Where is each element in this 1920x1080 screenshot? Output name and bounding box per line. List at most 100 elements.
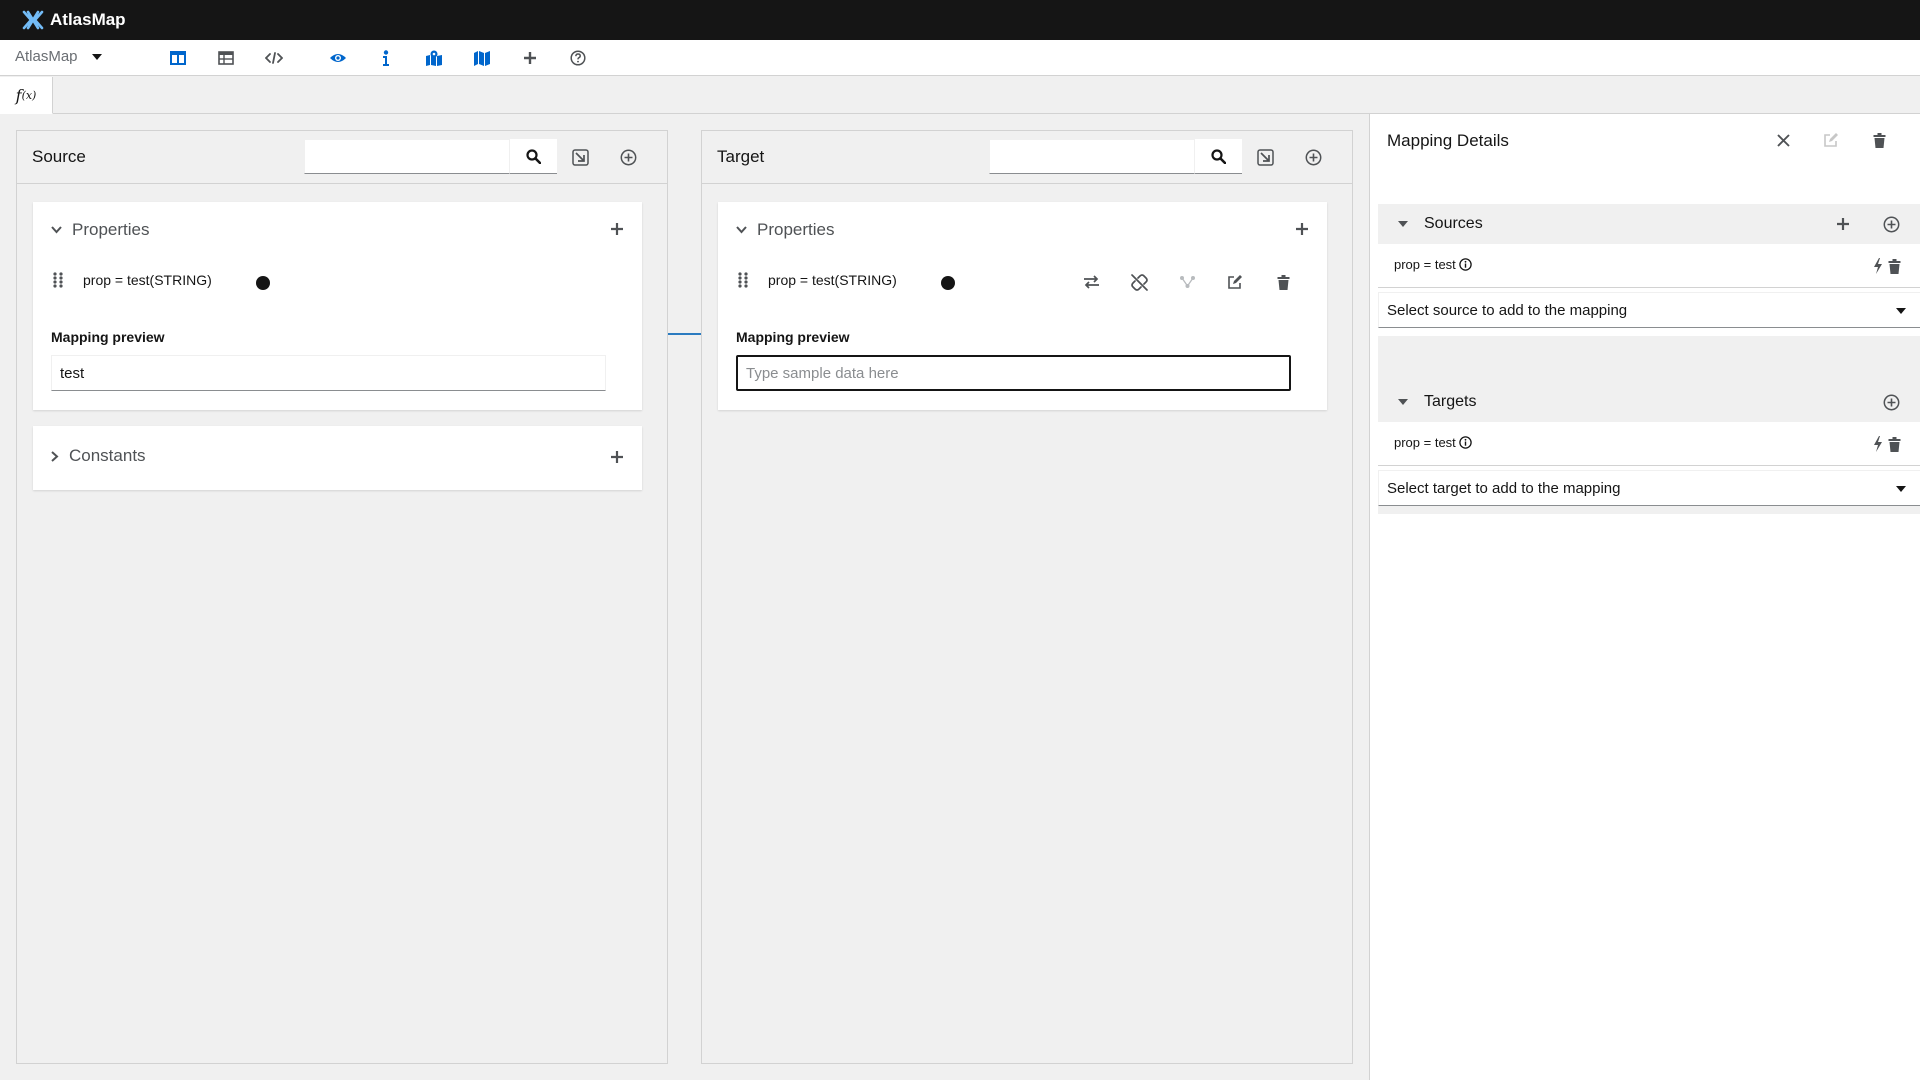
source-add-button[interactable] bbox=[616, 145, 640, 169]
add-source-button[interactable] bbox=[1831, 212, 1855, 236]
section-divider bbox=[1378, 336, 1920, 382]
add-target-property-button[interactable] bbox=[1295, 222, 1309, 236]
columns-icon bbox=[170, 51, 186, 65]
trash-icon bbox=[1888, 436, 1900, 452]
source-search-input[interactable] bbox=[304, 139, 510, 174]
app-select-label: AtlasMap bbox=[15, 48, 78, 65]
sources-toggle[interactable]: Sources bbox=[1398, 215, 1483, 233]
mapped-source-row[interactable]: prop = test bbox=[1378, 244, 1920, 288]
toolbar: AtlasMap bbox=[0, 40, 1920, 76]
code-view-button[interactable] bbox=[263, 47, 285, 69]
map-icon bbox=[474, 50, 490, 66]
source-field-label: prop = test(STRING) bbox=[83, 272, 212, 288]
info-circle-icon[interactable] bbox=[1459, 436, 1472, 449]
table-icon bbox=[218, 51, 234, 65]
source-properties-toggle[interactable]: Properties bbox=[51, 220, 149, 240]
plus-icon bbox=[1296, 223, 1308, 235]
expression-tab-bar: f (x) bbox=[0, 77, 1920, 114]
plus-circle-icon bbox=[1883, 216, 1899, 232]
plus-circle-icon bbox=[1305, 149, 1321, 165]
atlasmap-logo-icon bbox=[22, 10, 44, 30]
add-source-field-button[interactable] bbox=[1879, 212, 1903, 236]
trash-icon bbox=[1277, 274, 1289, 290]
source-preview-input[interactable] bbox=[51, 355, 606, 391]
map-marked-icon bbox=[426, 50, 442, 66]
chevron-down-icon bbox=[736, 226, 747, 234]
target-preview-input[interactable] bbox=[736, 355, 1291, 391]
add-target-field-button[interactable] bbox=[1879, 390, 1903, 414]
source-panel-header: Source bbox=[17, 131, 667, 184]
expression-toggle[interactable]: f (x) bbox=[0, 77, 53, 114]
target-panel-header: Target bbox=[702, 131, 1352, 184]
help-icon bbox=[570, 50, 586, 66]
eye-icon bbox=[330, 54, 346, 62]
drag-handle-icon[interactable] bbox=[53, 272, 63, 288]
constants-toggle[interactable]: Constants bbox=[51, 446, 146, 466]
show-types-button[interactable] bbox=[375, 47, 397, 69]
caret-down-icon bbox=[1896, 486, 1906, 492]
import-icon bbox=[1256, 148, 1274, 166]
caret-down-icon bbox=[1896, 308, 1906, 314]
section-divider bbox=[1378, 506, 1920, 514]
exchange-icon bbox=[1083, 275, 1099, 289]
columns-view-button[interactable] bbox=[167, 47, 189, 69]
help-button[interactable] bbox=[567, 47, 589, 69]
constants-card: Constants bbox=[33, 426, 642, 490]
foreach-button bbox=[1175, 270, 1199, 294]
info-icon bbox=[383, 50, 389, 66]
edit-icon bbox=[1228, 275, 1242, 289]
constants-label: Constants bbox=[69, 446, 146, 465]
close-details-button[interactable] bbox=[1771, 128, 1795, 152]
mapped-target-label: prop = test bbox=[1394, 435, 1456, 450]
targets-toggle[interactable]: Targets bbox=[1398, 393, 1476, 411]
create-mapping-button[interactable] bbox=[519, 47, 541, 69]
target-search-input[interactable] bbox=[989, 139, 1195, 174]
select-target-text: Select target to add to the mapping bbox=[1387, 480, 1621, 497]
target-add-button[interactable] bbox=[1301, 145, 1325, 169]
import-icon bbox=[571, 148, 589, 166]
chevron-down-icon bbox=[51, 226, 62, 234]
target-panel: Target Properties prop = test(STRING) Ma… bbox=[701, 130, 1353, 1064]
select-source-dropdown[interactable]: Select source to add to the mapping bbox=[1378, 292, 1920, 328]
target-properties-card: Properties prop = test(STRING) Mapping p… bbox=[718, 202, 1327, 410]
targets-section-header: Targets bbox=[1378, 382, 1920, 422]
target-field-row[interactable]: prop = test(STRING) bbox=[718, 258, 1327, 302]
mapped-target-row[interactable]: prop = test bbox=[1378, 422, 1920, 466]
plus-icon bbox=[611, 451, 623, 463]
table-view-button[interactable] bbox=[215, 47, 237, 69]
plus-icon bbox=[1837, 218, 1849, 230]
target-import-button[interactable] bbox=[1253, 145, 1277, 169]
target-search-button[interactable] bbox=[1195, 139, 1242, 174]
plus-circle-icon bbox=[1883, 394, 1899, 410]
remove-source-button[interactable] bbox=[1882, 254, 1906, 278]
add-source-property-button[interactable] bbox=[610, 222, 624, 236]
source-import-button[interactable] bbox=[568, 145, 592, 169]
sources-label: Sources bbox=[1424, 215, 1483, 232]
select-target-dropdown[interactable]: Select target to add to the mapping bbox=[1378, 470, 1920, 506]
caret-down-icon bbox=[91, 53, 102, 60]
search-icon bbox=[1211, 148, 1226, 164]
app-select[interactable]: AtlasMap bbox=[15, 48, 102, 65]
delete-field-button[interactable] bbox=[1271, 270, 1295, 294]
transformations-button[interactable] bbox=[1079, 270, 1103, 294]
info-circle-icon[interactable] bbox=[1459, 258, 1472, 271]
remove-target-button[interactable] bbox=[1882, 432, 1906, 456]
brand[interactable]: AtlasMap bbox=[22, 10, 126, 30]
show-unmapped-fields-button[interactable] bbox=[471, 47, 493, 69]
show-mapping-preview-button[interactable] bbox=[327, 47, 349, 69]
show-mapped-fields-button[interactable] bbox=[423, 47, 445, 69]
mapped-indicator-icon bbox=[256, 276, 270, 290]
code-icon bbox=[265, 52, 283, 64]
target-properties-toggle[interactable]: Properties bbox=[736, 220, 834, 240]
disconnect-button[interactable] bbox=[1127, 270, 1151, 294]
source-field-row[interactable]: prop = test(STRING) bbox=[33, 258, 642, 302]
drag-handle-icon[interactable] bbox=[738, 272, 748, 288]
masthead: AtlasMap bbox=[0, 0, 1920, 40]
source-search-button[interactable] bbox=[510, 139, 557, 174]
delete-mapping-button[interactable] bbox=[1867, 128, 1891, 152]
add-constant-button[interactable] bbox=[610, 450, 624, 464]
edit-field-button[interactable] bbox=[1223, 270, 1247, 294]
caret-down-icon bbox=[1398, 221, 1408, 227]
target-preview-label: Mapping preview bbox=[736, 329, 850, 345]
source-title: Source bbox=[32, 147, 86, 166]
